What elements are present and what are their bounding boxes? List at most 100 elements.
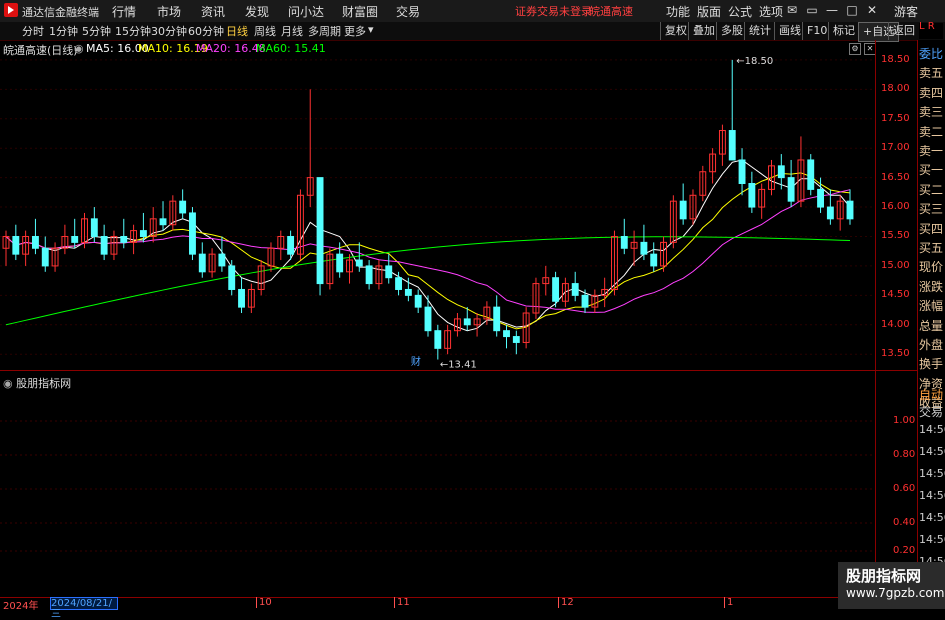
- menu-zixun[interactable]: 资讯: [201, 3, 225, 20]
- trade-time-2: 14:56: [919, 467, 945, 480]
- period-15min[interactable]: 15分钟: [115, 23, 151, 39]
- minimize-icon[interactable]: —: [823, 2, 841, 19]
- menu-gongneng[interactable]: 功能: [666, 3, 690, 20]
- candle-body: [316, 177, 324, 285]
- candle-body: [493, 306, 501, 332]
- candle-body: [650, 253, 658, 267]
- indicator-axis-5: 0.20: [893, 545, 916, 556]
- price-tick: 15.00: [881, 259, 910, 271]
- watermark-logo: 股朋指标网: [846, 567, 922, 585]
- period-weekly[interactable]: 周线: [254, 23, 276, 39]
- period-1min[interactable]: 1分钟: [49, 23, 78, 39]
- candle-body: [100, 235, 108, 255]
- candle-body: [414, 294, 422, 308]
- candle-body: [385, 265, 393, 279]
- date-label-nov: 11: [394, 597, 410, 608]
- candle-body: [228, 265, 236, 290]
- menu-faxian[interactable]: 发现: [245, 3, 269, 20]
- candle-body: [424, 306, 432, 332]
- trade-label[interactable]: 交易: [919, 403, 945, 420]
- menu-gongshi[interactable]: 公式: [728, 3, 752, 20]
- candle-body: [571, 283, 579, 296]
- quote-label-4: 卖二: [919, 124, 944, 139]
- trade-time-4: 14:56: [919, 511, 945, 524]
- trade-time-3: 14:56: [919, 489, 945, 502]
- candle-body: [846, 200, 854, 220]
- quote-label-0: 委比: [919, 47, 944, 61]
- candle-body: [640, 241, 648, 255]
- period-60min[interactable]: 60分钟: [188, 23, 224, 39]
- candle-body: [512, 336, 520, 343]
- date-label-jan: 1: [724, 597, 733, 608]
- auto-label[interactable]: 自动: [919, 386, 945, 403]
- tool-duogu[interactable]: 多股: [716, 22, 747, 40]
- date-label-year: 2024年: [3, 601, 39, 612]
- menu-caifuquan[interactable]: 财富圈: [342, 3, 378, 20]
- menu-shichang[interactable]: 市场: [157, 3, 181, 20]
- tool-huaxian[interactable]: 画线: [774, 22, 805, 40]
- price-tick: 17.00: [881, 142, 910, 154]
- candle-body: [777, 165, 785, 179]
- mail-icon[interactable]: ✉: [783, 2, 801, 19]
- candle-body: [365, 265, 373, 285]
- price-tick: 18.50: [881, 53, 910, 65]
- low-price-label: ←13.41: [440, 360, 477, 370]
- date-label-dec: 12: [558, 597, 574, 608]
- price-tick: 16.50: [881, 171, 910, 183]
- tool-biaoji[interactable]: 标记: [828, 22, 859, 40]
- financial-marker-icon: 财: [411, 355, 421, 368]
- menu-jiaoyi[interactable]: 交易: [396, 3, 420, 20]
- indicator-axis-3: 0.60: [893, 483, 916, 494]
- restore-icon[interactable]: ▭: [803, 2, 821, 19]
- candle-body: [620, 235, 628, 249]
- chevron-down-icon[interactable]: ▾: [368, 23, 374, 36]
- candle-body: [179, 200, 187, 214]
- high-price-label: ←18.50: [736, 56, 773, 67]
- period-30min[interactable]: 30分钟: [151, 23, 187, 39]
- price-tick: 18.00: [881, 83, 910, 95]
- candle-body: [787, 177, 795, 202]
- tool-f10[interactable]: F10: [802, 22, 831, 40]
- close-icon[interactable]: ✕: [863, 2, 881, 19]
- trade-login-warning[interactable]: 证券交易未登录: [515, 3, 592, 19]
- candle-body: [120, 235, 128, 243]
- quote-label-12: 涨跌: [919, 279, 944, 294]
- period-fenshi[interactable]: 分时: [22, 23, 44, 39]
- period-5min[interactable]: 5分钟: [82, 23, 111, 39]
- guest-label[interactable]: 游客: [894, 3, 918, 20]
- menu-hangqing[interactable]: 行情: [112, 3, 136, 20]
- tool-tongji[interactable]: 统计: [744, 22, 775, 40]
- tool-fuquan[interactable]: 复权: [660, 22, 691, 40]
- maximize-icon[interactable]: □: [843, 2, 861, 19]
- indicator-axis-4: 0.40: [893, 517, 916, 528]
- indicator-axis-1: 1.00: [893, 415, 916, 426]
- candle-body: [552, 277, 560, 302]
- quote-label-15: 外盘: [919, 338, 944, 352]
- menu-banmian[interactable]: 版面: [697, 3, 721, 20]
- tool-diejia[interactable]: 叠加: [688, 22, 719, 40]
- quote-label-3: 卖三: [919, 105, 944, 120]
- candle-body: [817, 188, 825, 208]
- candle-body: [159, 218, 167, 226]
- period-more[interactable]: 更多: [344, 23, 366, 39]
- price-tick: 15.50: [881, 230, 910, 242]
- price-tick: 16.00: [881, 201, 910, 213]
- candle-body: [404, 288, 412, 296]
- back-button[interactable]: 返回: [888, 22, 919, 40]
- candle-body: [31, 235, 39, 249]
- candle-body: [395, 277, 403, 290]
- candle-body: [41, 247, 49, 267]
- indicator-grid: [0, 420, 875, 552]
- period-daily[interactable]: 日线: [226, 23, 248, 39]
- menu-xuanxiang[interactable]: 选项: [759, 3, 783, 20]
- period-monthly[interactable]: 月线: [281, 23, 303, 39]
- candle-body: [728, 130, 736, 161]
- candle-body: [748, 183, 756, 208]
- candle-body: [826, 206, 834, 220]
- kline-chart[interactable]: ←18.50 ←13.41 财: [0, 40, 875, 370]
- trade-time-0: 14:56: [919, 423, 945, 436]
- period-multi[interactable]: 多周期: [308, 23, 341, 39]
- app-logo-icon: [4, 3, 18, 17]
- menu-wenxiaoda[interactable]: 问小达: [288, 3, 324, 20]
- selected-date: 2024/08/21/三: [50, 597, 118, 620]
